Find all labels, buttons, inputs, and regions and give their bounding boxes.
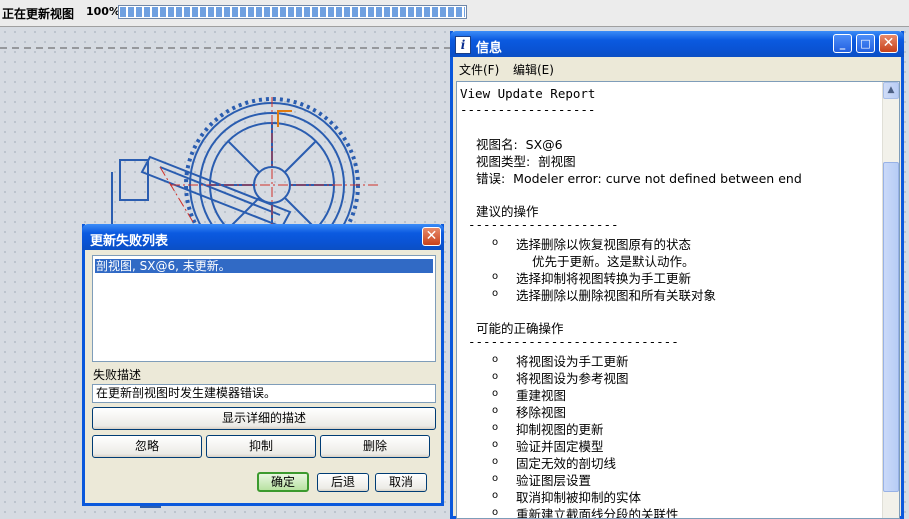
scroll-thumb[interactable] — [883, 162, 899, 492]
report-title: View Update Report — [460, 86, 596, 101]
bullet-icon: o — [492, 237, 499, 248]
progress-bar — [118, 5, 467, 19]
info-title-bar[interactable]: i 信息 _ □ ✕ — [450, 31, 904, 57]
bullet-icon: o — [492, 405, 499, 416]
correct-rule: ---------------------------- — [468, 334, 679, 349]
failure-list-item[interactable]: 剖视图, SX@6, 未更新。 — [95, 259, 433, 273]
suggest-rule: -------------------- — [468, 217, 619, 232]
bullet-icon: o — [492, 388, 499, 399]
show-detail-button[interactable]: 显示详细的描述 — [92, 407, 436, 430]
report-rule: ------------------ — [460, 102, 596, 117]
bullet-icon: o — [492, 439, 499, 450]
cancel-button[interactable]: 取消 — [375, 473, 427, 492]
bullet-icon: o — [492, 507, 499, 518]
status-text: 正在更新视图 — [2, 7, 75, 21]
menu-bar: 文件(F) 编辑(E) — [453, 57, 901, 79]
status-bar: 正在更新视图 100% — [0, 0, 909, 27]
bullet-icon: o — [492, 288, 499, 299]
bullet-icon: o — [492, 271, 499, 282]
bullet-icon: o — [492, 456, 499, 467]
ignore-button[interactable]: 忽略 — [92, 435, 202, 458]
report-text-area[interactable]: View Update Report ------------------ 视图… — [456, 81, 900, 519]
bullet-icon: o — [492, 354, 499, 365]
ok-button[interactable]: 确定 — [257, 472, 309, 492]
progress-fill — [120, 7, 465, 17]
report-error: 错误: Modeler error: curve not defined bet… — [476, 171, 802, 186]
menu-file[interactable]: 文件(F) — [459, 61, 499, 78]
close-button[interactable]: ✕ — [422, 227, 441, 246]
bullet-icon: o — [492, 490, 499, 501]
close-button[interactable]: ✕ — [879, 34, 898, 53]
failure-dialog-title: 更新失败列表 — [90, 234, 169, 249]
menu-edit[interactable]: 编辑(E) — [513, 61, 554, 78]
failure-title-bar[interactable]: 更新失败列表 ✕ — [82, 224, 444, 250]
failure-list[interactable]: 剖视图, SX@6, 未更新。 — [92, 255, 436, 362]
back-button[interactable]: 后退 — [317, 473, 369, 492]
progress-percent: 100% — [86, 5, 120, 18]
scroll-up-icon[interactable]: ▲ — [883, 82, 899, 99]
vertical-scrollbar[interactable]: ▲ — [882, 82, 899, 518]
info-window: i 信息 _ □ ✕ 文件(F) 编辑(E) View Update Repor… — [450, 31, 904, 519]
suggest-item: 选择删除以删除视图和所有关联对象 — [516, 288, 717, 303]
failure-description-label: 失败描述 — [93, 368, 142, 382]
bullet-icon: o — [492, 473, 499, 484]
info-window-title: 信息 — [476, 41, 503, 56]
maximize-button[interactable]: □ — [856, 34, 875, 53]
suppress-button[interactable]: 抑制 — [206, 435, 316, 458]
update-failure-dialog: 更新失败列表 ✕ 剖视图, SX@6, 未更新。 失败描述 在更新剖视图时发生建… — [82, 224, 444, 506]
failure-description-field[interactable]: 在更新剖视图时发生建模器错误。 — [92, 384, 436, 403]
bullet-icon: o — [492, 371, 499, 382]
bullet-icon: o — [492, 422, 499, 433]
delete-button[interactable]: 删除 — [320, 435, 430, 458]
minimize-button[interactable]: _ — [833, 34, 852, 53]
info-icon: i — [455, 36, 471, 54]
correct-item: 重新建立截面线分段的关联性 — [516, 507, 679, 519]
